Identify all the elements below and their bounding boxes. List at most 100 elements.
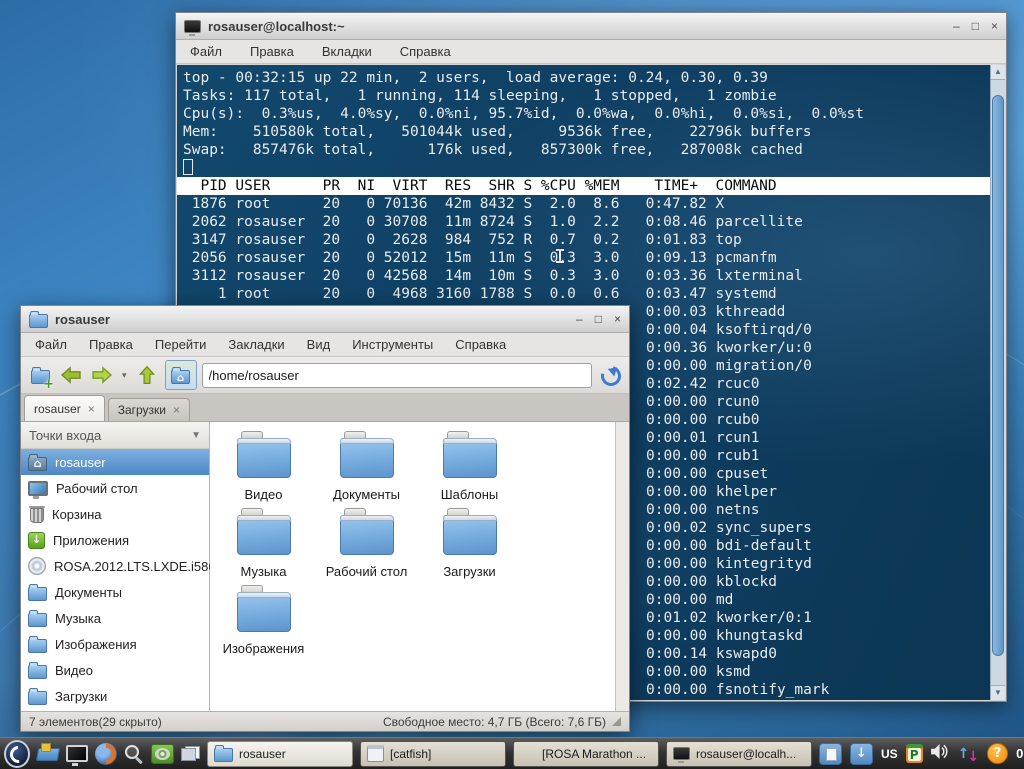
volume-icon[interactable]: [931, 744, 950, 764]
sidebar-mode-selector[interactable]: Точки входа ▼: [21, 422, 209, 449]
menu-item[interactable]: Инструменты: [350, 335, 435, 354]
back-button[interactable]: [58, 361, 84, 389]
sidebar-item[interactable]: Видео: [21, 657, 209, 683]
clipboard-manager-icon[interactable]: [906, 744, 923, 763]
scrollbar-thumb[interactable]: [992, 95, 1004, 656]
sidebar-item[interactable]: ROSA.2012.LTS.LXDE.i586: [21, 553, 209, 579]
stackfolder-documents-icon[interactable]: [819, 743, 842, 765]
scroll-down-icon[interactable]: ▼: [991, 685, 1005, 700]
file-manager-launcher[interactable]: [37, 741, 59, 767]
pager-applet[interactable]: [181, 741, 200, 767]
menu-item[interactable]: Файл: [188, 42, 224, 61]
folder-icon: [237, 515, 291, 555]
system-tray: US ↑↓ 00:32: [819, 739, 1024, 769]
menu-item[interactable]: Справка: [453, 335, 508, 354]
tab-close-icon[interactable]: ×: [173, 404, 180, 416]
tab[interactable]: Загрузки ×: [108, 398, 190, 421]
package-installer-launcher[interactable]: [151, 741, 174, 767]
folder-label: Видео: [245, 487, 283, 502]
new-tab-button[interactable]: +: [27, 361, 53, 389]
search-launcher[interactable]: [124, 741, 144, 767]
sidebar-item[interactable]: Рабочий стол: [21, 475, 209, 501]
icon-folder: [28, 613, 47, 627]
sidebar-item-label: Загрузки: [55, 689, 107, 704]
sidebar-item[interactable]: Загрузки: [21, 683, 209, 709]
stackfolder-downloads-icon[interactable]: [850, 743, 873, 765]
minimize-button[interactable]: –: [576, 313, 583, 325]
sidebar-item[interactable]: Корзина: [21, 501, 209, 527]
scroll-up-icon[interactable]: ▲: [991, 65, 1005, 80]
file-manager-titlebar[interactable]: rosauser – □ ×: [21, 306, 629, 333]
tab-close-icon[interactable]: ×: [88, 403, 95, 415]
menu-item[interactable]: Файл: [33, 335, 69, 354]
clock[interactable]: 00:32: [1016, 746, 1024, 761]
show-desktop-button[interactable]: [66, 741, 88, 767]
folder-item[interactable]: Загрузки: [418, 511, 521, 588]
status-item-count: 7 элементов(29 скрыто): [29, 715, 162, 729]
help-notifier-icon[interactable]: [987, 743, 1008, 764]
menu-item[interactable]: Правка: [248, 42, 296, 61]
taskbar-window-button[interactable]: rosauser: [207, 741, 353, 767]
folder-item[interactable]: Музыка: [212, 511, 315, 588]
folder-icon: [443, 438, 497, 478]
icon-folder: [28, 587, 47, 601]
address-input[interactable]: [202, 363, 592, 388]
terminal-scrollbar[interactable]: ▲ ▼: [990, 65, 1005, 700]
folder-item[interactable]: Документы: [315, 434, 418, 511]
folder-item[interactable]: Шаблоны: [418, 434, 521, 511]
file-manager-icon: [37, 746, 59, 761]
process-row: 3147 rosauser 20 0 2628 984 752 R 0.7 0.…: [177, 231, 991, 249]
taskbar-window-button[interactable]: [ROSA Marathon ...: [513, 741, 659, 767]
firefox-launcher[interactable]: [95, 741, 117, 767]
terminal-titlebar[interactable]: rosauser@localhost:~ – □ ×: [176, 13, 1006, 40]
resize-grip[interactable]: [612, 717, 621, 726]
status-bar: 7 элементов(29 скрыто) Свободное место: …: [21, 711, 629, 731]
forward-arrow-icon: [91, 366, 113, 384]
sidebar-header-label: Точки входа: [29, 428, 101, 443]
maximize-button[interactable]: □: [972, 20, 979, 32]
menu-item[interactable]: Закладки: [226, 335, 286, 354]
file-view-scrollbar[interactable]: [615, 422, 629, 711]
menu-item[interactable]: Правка: [87, 335, 135, 354]
pager-icon: [181, 746, 200, 761]
menu-item[interactable]: Перейти: [153, 335, 209, 354]
terminal-cursor-line: [177, 159, 991, 177]
folder-item[interactable]: Изображения: [212, 588, 315, 665]
history-dropdown-icon[interactable]: ▾: [120, 370, 129, 381]
maximize-button[interactable]: □: [595, 313, 602, 325]
process-row: 1 root 20 0 4968 3160 1788 S 0.0 0.6 0:0…: [177, 285, 991, 303]
tab[interactable]: rosauser ×: [24, 395, 105, 421]
taskbar-window-button[interactable]: [catfish]: [360, 741, 506, 767]
sidebar-item[interactable]: Документы: [21, 579, 209, 605]
folder-label: Загрузки: [443, 564, 495, 579]
desktop: rosauser@localhost:~ – □ × Файл Правка Вкл…: [0, 0, 1024, 769]
file-view[interactable]: Видео Документы Шаблоны Музыка Рабочий с…: [210, 422, 629, 711]
terminal-summary-line: Cpu(s): 0.3%us, 4.0%sy, 0.0%ni, 95.7%id,…: [177, 105, 991, 123]
folder-item[interactable]: Рабочий стол: [315, 511, 418, 588]
close-button[interactable]: ×: [991, 20, 998, 32]
up-button[interactable]: [134, 361, 160, 389]
close-button[interactable]: ×: [614, 313, 621, 325]
network-monitor-icon[interactable]: ↑↓: [958, 747, 979, 761]
terminal-summary-line: Tasks: 117 total, 1 running, 114 sleepin…: [177, 87, 991, 105]
home-button[interactable]: ⌂: [165, 360, 197, 390]
minimize-button[interactable]: –: [953, 20, 960, 32]
folder-label: Документы: [333, 487, 400, 502]
sidebar-item[interactable]: Музыка: [21, 605, 209, 631]
rosa-menu-button[interactable]: [4, 741, 30, 767]
sidebar-item[interactable]: rosauser: [21, 449, 209, 475]
reload-button[interactable]: [597, 361, 623, 389]
folder-label: Изображения: [223, 641, 305, 656]
sidebar-item[interactable]: Изображения: [21, 631, 209, 657]
menu-item[interactable]: Справка: [398, 42, 453, 61]
folder-label: Рабочий стол: [326, 564, 408, 579]
folder-item[interactable]: Видео: [212, 434, 315, 511]
keyboard-layout-indicator[interactable]: US: [881, 747, 898, 761]
icon-trash: [30, 508, 44, 523]
menu-item[interactable]: Вкладки: [320, 42, 374, 61]
menu-item[interactable]: Вид: [305, 335, 333, 354]
taskbar-window-button[interactable]: rosauser@localh...: [666, 741, 812, 767]
sidebar-item[interactable]: Приложения: [21, 527, 209, 553]
forward-button[interactable]: [89, 361, 115, 389]
terminal-window-title: rosauser@localhost:~: [208, 19, 345, 34]
